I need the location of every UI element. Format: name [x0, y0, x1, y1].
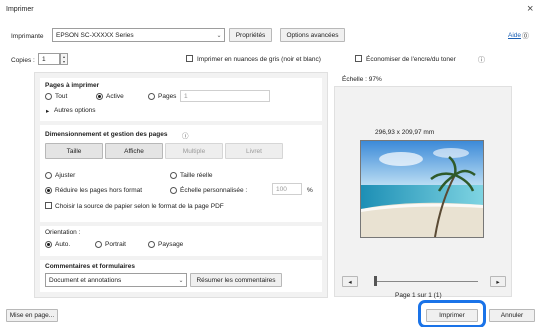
portrait-label: Portrait	[105, 241, 126, 248]
page-slider-track[interactable]	[374, 281, 478, 282]
paper-source-label: Choisir la source de papier selon le for…	[55, 203, 224, 210]
grayscale-checkbox[interactable]	[186, 55, 193, 62]
page-preview-image	[360, 140, 484, 238]
scale-label: Échelle : 97%	[342, 76, 382, 83]
chevron-down-icon: ⌄	[178, 277, 184, 284]
fit-label: Ajuster	[55, 172, 76, 179]
page-setup-button[interactable]: Mise en page...	[6, 309, 58, 322]
actual-size-radio[interactable]	[170, 172, 177, 179]
pages-title: Pages à imprimer	[45, 82, 100, 89]
save-ink-checkbox[interactable]	[355, 55, 362, 62]
sizing-title: Dimensionnement et gestion des pages	[45, 131, 168, 138]
advanced-options-button[interactable]: Options avancées	[280, 28, 345, 42]
actual-size-label: Taille réelle	[180, 172, 213, 179]
more-options-icon: ▸	[46, 108, 50, 115]
paper-dimensions: 296,93 x 209,97 mm	[375, 129, 435, 136]
help-link[interactable]: Aide	[508, 32, 521, 39]
landscape-label: Paysage	[158, 241, 184, 248]
close-icon[interactable]: ×	[527, 3, 533, 15]
info-icon[interactable]: ⓘ	[478, 55, 485, 65]
comments-value: Document et annotations	[49, 276, 122, 284]
properties-button[interactable]: Propriétés	[229, 28, 272, 42]
page-slider-thumb[interactable]	[374, 276, 377, 286]
printer-select[interactable]: EPSON SC-XXXXX Series ⌄	[52, 28, 225, 42]
copies-input[interactable]: 1	[38, 53, 60, 65]
tab-booklet[interactable]: Livret	[225, 143, 283, 159]
active-label: Active	[106, 93, 124, 100]
auto-orientation-label: Auto.	[55, 241, 71, 248]
copies-value: 1	[42, 55, 46, 63]
custom-scale-value: 100	[276, 185, 287, 193]
comments-select[interactable]: Document et annotations ⌄	[45, 273, 187, 287]
shrink-label: Réduire les pages hors format	[55, 187, 143, 194]
next-page-button[interactable]: ▸	[490, 276, 506, 287]
grayscale-label: Imprimer en nuances de gris (noir et bla…	[197, 56, 321, 63]
pages-label: Pages	[158, 93, 177, 100]
comments-title: Commentaires et formulaires	[45, 263, 135, 270]
fit-radio[interactable]	[45, 172, 52, 179]
percent-label: %	[307, 187, 313, 194]
pages-range-value: 1	[184, 92, 188, 100]
chevron-down-icon: ⌄	[216, 32, 222, 39]
tab-poster[interactable]: Affiche	[105, 143, 163, 159]
custom-scale-radio[interactable]	[170, 187, 177, 194]
page-indicator: Page 1 sur 1 (1)	[395, 292, 442, 299]
copies-stepper[interactable]: ▴ ▾	[60, 53, 68, 65]
all-radio[interactable]	[45, 93, 52, 100]
active-radio[interactable]	[96, 93, 103, 100]
window-title: Imprimer	[6, 6, 34, 13]
print-button[interactable]: Imprimer	[426, 309, 478, 322]
pages-range-input[interactable]: 1	[180, 90, 270, 102]
paper-source-checkbox[interactable]	[45, 202, 52, 209]
all-label: Tout	[55, 93, 68, 100]
save-ink-label: Économiser de l'encre/du toner	[366, 56, 456, 63]
portrait-radio[interactable]	[95, 241, 102, 248]
summarize-comments-button[interactable]: Résumer les commentaires	[190, 273, 282, 287]
custom-scale-input[interactable]: 100	[272, 183, 302, 195]
more-options-link[interactable]: Autres options	[54, 107, 96, 114]
beach-scene-icon	[361, 141, 483, 237]
cancel-button[interactable]: Annuler	[489, 309, 535, 322]
tab-size[interactable]: Taille	[45, 143, 103, 159]
sizing-info-icon[interactable]: ⓘ	[182, 130, 189, 140]
copies-label: Copies :	[11, 57, 35, 64]
printer-label: Imprimante	[11, 33, 44, 40]
pages-radio[interactable]	[148, 93, 155, 100]
prev-page-button[interactable]: ◂	[342, 276, 358, 287]
custom-scale-label: Échelle personnalisée :	[180, 187, 248, 194]
orientation-title: Orientation :	[45, 229, 81, 236]
tab-multiple[interactable]: Multiple	[165, 143, 223, 159]
shrink-radio[interactable]	[45, 187, 52, 194]
printer-value: EPSON SC-XXXXX Series	[56, 31, 134, 39]
help-icon[interactable]: ⓪	[522, 31, 529, 41]
auto-orientation-radio[interactable]	[45, 241, 52, 248]
landscape-radio[interactable]	[148, 241, 155, 248]
